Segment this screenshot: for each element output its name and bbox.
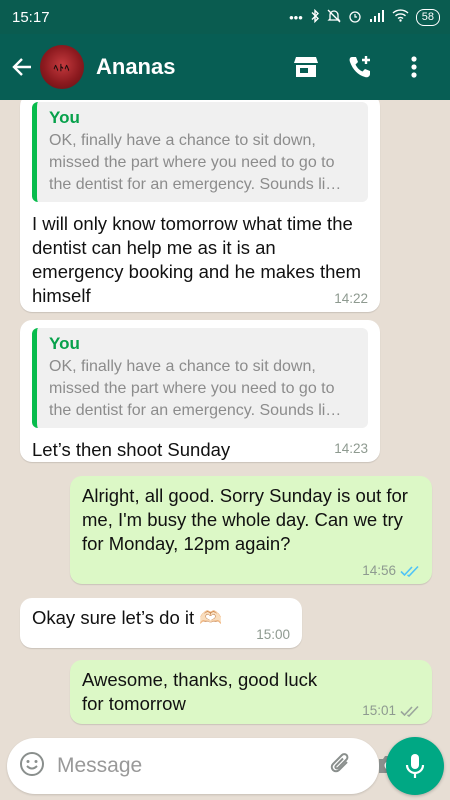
message-time: 14:22 xyxy=(334,291,368,306)
back-button[interactable] xyxy=(4,49,40,85)
quote-author: You xyxy=(49,334,80,353)
message-meta: 14:22 xyxy=(334,291,368,306)
quote-text: OK, finally have a chance to sit down, m… xyxy=(49,358,342,419)
bluetooth-icon xyxy=(310,8,320,26)
avatar-art: ﾍﾄﾍ xyxy=(53,62,71,73)
message-meta: 15:01 xyxy=(362,703,420,718)
message-text: Alright, all good. Sorry Sunday is out f… xyxy=(82,485,408,554)
quoted-message[interactable]: You OK, finally have a chance to sit dow… xyxy=(32,328,368,428)
outgoing-message[interactable]: Awesome, thanks, good luck for tomorrow … xyxy=(70,660,432,724)
status-icons: ••• 58 xyxy=(289,8,440,26)
message-text: Let’s then shoot Sunday xyxy=(32,439,231,460)
notification-dots-icon: ••• xyxy=(289,9,303,25)
message-time: 14:23 xyxy=(334,441,368,456)
voice-message-button[interactable] xyxy=(386,737,444,795)
wifi-icon xyxy=(392,9,409,25)
status-time: 15:17 xyxy=(12,8,50,26)
message-meta: 15:00 xyxy=(256,627,290,642)
quoted-message[interactable]: You OK, finally have a chance to sit dow… xyxy=(32,102,368,202)
alarm-icon xyxy=(348,9,362,26)
avatar[interactable]: ﾍﾄﾍ xyxy=(40,45,84,89)
emoji-icon[interactable] xyxy=(19,751,45,782)
message-meta: 14:56 xyxy=(362,563,420,578)
delivered-ticks-icon xyxy=(400,705,420,717)
signal-icon xyxy=(369,9,385,25)
message-time: 14:56 xyxy=(362,563,396,578)
more-vertical-icon xyxy=(411,56,417,78)
message-text: Awesome, thanks, good luck for tomorrow xyxy=(82,669,318,714)
paperclip-icon[interactable] xyxy=(328,751,354,782)
message-meta: 14:23 xyxy=(334,441,368,456)
incoming-message[interactable]: You OK, finally have a chance to sit dow… xyxy=(20,100,380,312)
message-text: I will only know tomorrow what time the … xyxy=(32,213,362,306)
message-input[interactable] xyxy=(57,746,328,786)
message-time: 15:01 xyxy=(362,703,396,718)
incoming-message[interactable]: Okay sure let’s do it 🫶🏻 15:00 xyxy=(20,598,302,648)
add-call-icon xyxy=(349,56,370,78)
quote-author: You xyxy=(49,108,80,127)
chat-area[interactable]: You OK, finally have a chance to sit dow… xyxy=(0,100,450,732)
composer xyxy=(0,732,450,800)
chat-header: ﾍﾄﾍ Ananas xyxy=(0,34,450,100)
arrow-left-icon xyxy=(12,58,31,76)
catalog-button[interactable] xyxy=(288,49,324,85)
message-input-box[interactable] xyxy=(7,738,399,794)
storefront-icon xyxy=(294,57,318,77)
read-ticks-icon xyxy=(400,565,420,577)
add-call-button[interactable] xyxy=(342,49,378,85)
status-bar: 15:17 ••• 58 xyxy=(0,0,450,34)
outgoing-message[interactable]: Alright, all good. Sorry Sunday is out f… xyxy=(70,476,432,584)
message-text: Okay sure let’s do it 🫶🏻 xyxy=(32,607,223,628)
battery-indicator: 58 xyxy=(415,8,440,26)
quote-text: OK, finally have a chance to sit down, m… xyxy=(49,132,342,193)
menu-button[interactable] xyxy=(396,49,432,85)
mic-icon xyxy=(405,754,425,778)
message-time: 15:00 xyxy=(256,627,290,642)
header-actions xyxy=(288,49,432,85)
incoming-message[interactable]: You OK, finally have a chance to sit dow… xyxy=(20,320,380,462)
contact-name[interactable]: Ananas xyxy=(96,54,288,80)
silent-icon xyxy=(327,9,341,26)
